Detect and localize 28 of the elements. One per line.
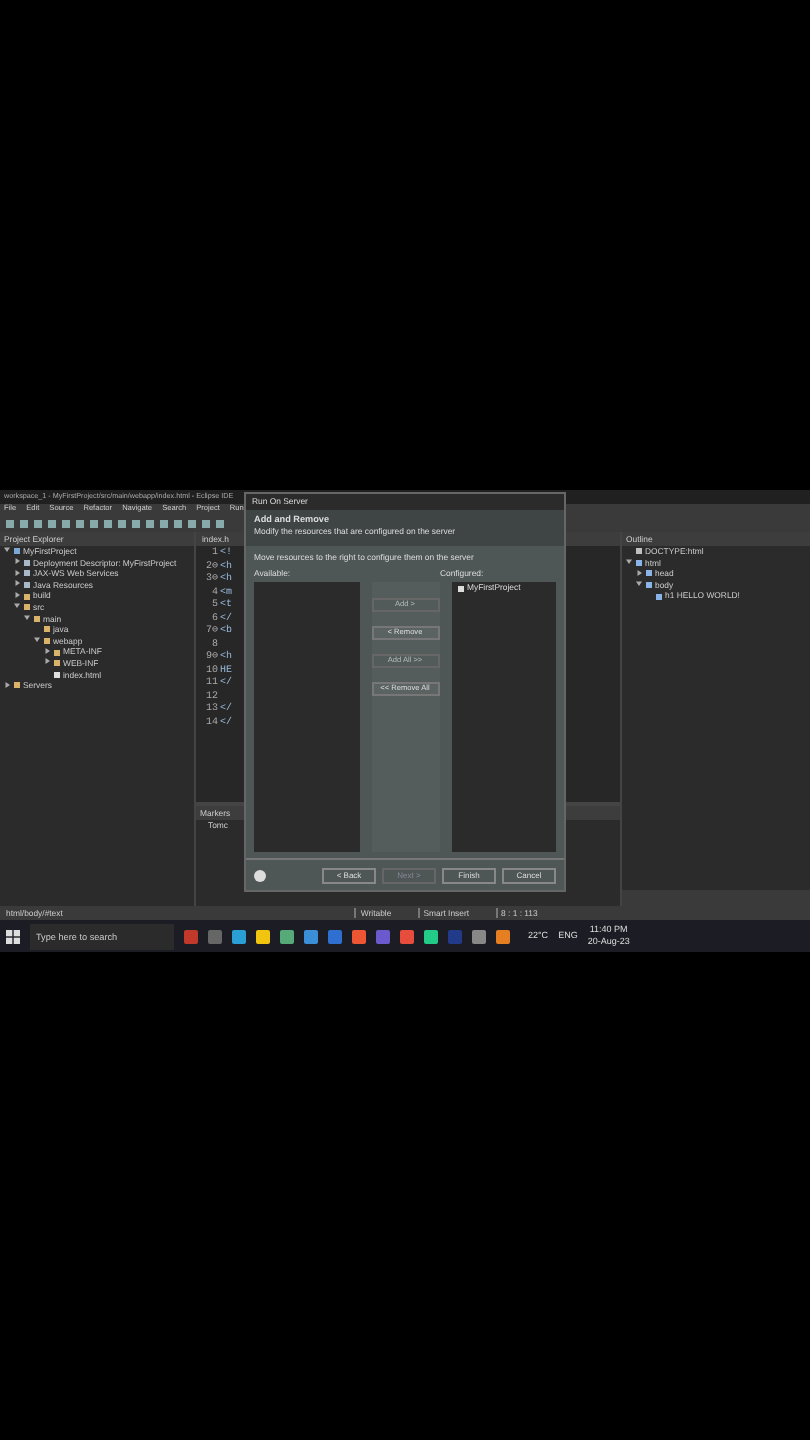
expanded-arrow-icon[interactable] <box>14 602 20 609</box>
folder-icon <box>13 682 20 689</box>
node-icon <box>23 582 30 589</box>
collapsed-arrow-icon[interactable] <box>636 569 642 576</box>
collapsed-arrow-icon[interactable] <box>14 580 20 587</box>
expanded-arrow-icon[interactable] <box>636 580 642 587</box>
expanded-arrow-icon[interactable] <box>626 558 632 565</box>
expanded-arrow-icon[interactable] <box>24 614 30 620</box>
collapsed-arrow-icon[interactable] <box>14 558 20 565</box>
collapsed-arrow-icon[interactable] <box>14 569 20 576</box>
node-icon <box>655 593 662 600</box>
collapsed-arrow-icon[interactable] <box>14 591 20 598</box>
expanded-arrow-icon[interactable] <box>4 546 10 553</box>
windows-start-icon[interactable] <box>6 929 20 943</box>
node-icon <box>645 570 652 577</box>
node-icon <box>23 570 30 577</box>
node-icon <box>23 559 30 566</box>
collapsed-arrow-icon[interactable] <box>44 647 50 654</box>
node-icon <box>645 582 652 589</box>
help-icon[interactable] <box>254 869 266 881</box>
node-icon <box>13 548 20 555</box>
node-icon <box>635 559 642 566</box>
project-icon <box>457 585 464 592</box>
expanded-arrow-icon[interactable] <box>34 636 40 643</box>
collapsed-arrow-icon[interactable] <box>44 658 50 665</box>
file-icon <box>635 548 642 555</box>
file-icon <box>53 671 60 678</box>
collapsed-arrow-icon[interactable] <box>4 681 10 688</box>
